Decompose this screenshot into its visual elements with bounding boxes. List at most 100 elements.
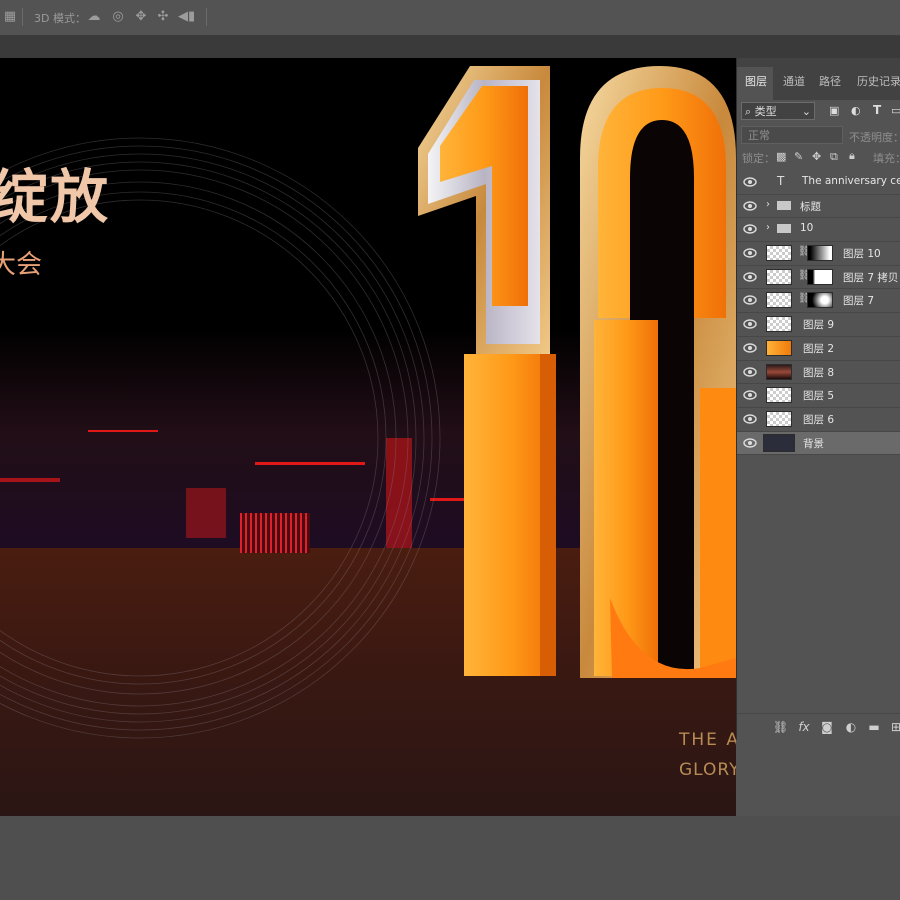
layers-panel: 图层 通道 路径 历史记录 ⌕ 类型 ⌄ ▣ ◐ T ▭ 正常 不透明度： 锁定…: [736, 58, 900, 740]
eye-icon[interactable]: [743, 200, 757, 212]
3d-rotate-icon[interactable]: ☁: [86, 10, 102, 24]
lock-row: 锁定： ▩ ✎ ✥ ⧉ 🔒︎ 填充：: [737, 146, 900, 168]
layer-row[interactable]: 图层 8: [737, 361, 900, 385]
fill-label: 填充：: [873, 152, 900, 165]
layer-row[interactable]: 背景: [737, 431, 900, 456]
lock-position-icon[interactable]: ✥: [812, 150, 821, 163]
mask-icon[interactable]: ◙: [820, 720, 834, 734]
fx-icon[interactable]: fx: [797, 720, 811, 734]
layer-thumbnail: [766, 316, 792, 333]
eye-icon[interactable]: [743, 366, 757, 378]
layer-name: 背景: [803, 437, 824, 450]
layer-mask-thumbnail[interactable]: [807, 245, 833, 262]
layer-row[interactable]: 图层 9: [737, 313, 900, 337]
eye-icon[interactable]: [743, 342, 757, 354]
layer-thumbnail: [763, 433, 795, 452]
layer-row[interactable]: › 标题: [737, 195, 900, 219]
layer-row[interactable]: › 10: [737, 218, 900, 243]
layer-row[interactable]: ⛓ 图层 10: [737, 242, 900, 266]
new-layer-icon[interactable]: ⊞: [889, 720, 900, 734]
layer-thumbnail: [766, 245, 792, 262]
lock-transparent-icon[interactable]: ▩: [776, 150, 786, 163]
lock-all-icon[interactable]: 🔒︎: [849, 149, 855, 163]
layer-thumbnail: [766, 363, 792, 380]
layer-mask-thumbnail[interactable]: [807, 268, 833, 285]
layer-name: 图层 6: [803, 413, 835, 426]
folder-icon[interactable]: ▬: [867, 720, 881, 734]
document-tab-strip: [0, 36, 900, 58]
blend-row: 正常 不透明度：: [737, 124, 900, 146]
layer-row[interactable]: 图层 6: [737, 408, 900, 432]
3d-slide-icon[interactable]: ✣: [155, 10, 171, 24]
layout-icon[interactable]: ▦: [2, 10, 18, 24]
layer-name: 标题: [800, 200, 821, 213]
3d-scale-icon[interactable]: ◀▮: [178, 10, 195, 24]
image-filter-icon[interactable]: ▣: [829, 104, 839, 117]
layer-thumbnail: [766, 339, 792, 356]
tab-layers[interactable]: 图层: [745, 73, 767, 89]
chevron-right-icon[interactable]: ›: [766, 199, 770, 210]
divider: [206, 8, 207, 26]
opacity-label: 不透明度：: [849, 131, 900, 144]
layer-mask-thumbnail[interactable]: [807, 292, 833, 309]
link-icon[interactable]: ⛓: [773, 720, 788, 734]
eye-icon[interactable]: [743, 247, 757, 259]
lock-label: 锁定：: [742, 152, 775, 165]
layer-row[interactable]: 图层 5: [737, 384, 900, 408]
text-layer-icon: T: [777, 174, 785, 188]
3d-roll-icon[interactable]: ◎: [110, 10, 126, 24]
divider: [22, 8, 23, 26]
eye-icon[interactable]: [743, 176, 757, 188]
layer-row[interactable]: T The anniversary celebr: [737, 171, 900, 195]
eye-icon[interactable]: [743, 223, 757, 235]
chevron-down-icon: ⌄: [801, 105, 811, 118]
filter-kind-value: 类型: [754, 105, 777, 118]
lock-artboard-icon[interactable]: ⧉: [830, 150, 838, 164]
document-canvas[interactable]: 绽放 大会 THE ANNIVERSARY CELEB GLORY BLOSSO…: [0, 58, 736, 816]
type-filter-icon[interactable]: T: [873, 103, 881, 117]
adjustment-filter-icon[interactable]: ◐: [851, 104, 861, 117]
layer-thumbnail: [766, 268, 792, 285]
layer-name: 图层 10: [843, 248, 881, 261]
tab-history[interactable]: 历史记录: [857, 73, 900, 89]
eye-icon[interactable]: [743, 413, 757, 425]
english-line-1: THE ANNIVERSARY CELEB: [679, 730, 736, 750]
layer-name: 图层 7 拷贝: [843, 271, 899, 284]
eye-icon[interactable]: [743, 389, 757, 401]
layer-row[interactable]: ⛓ 图层 7: [737, 289, 900, 314]
options-bar: ▦ 3D 模式： ☁ ◎ ✥ ✣ ◀▮: [0, 0, 900, 36]
3d-pan-icon[interactable]: ✥: [133, 10, 149, 24]
folder-icon: [777, 224, 791, 234]
big-number-10: [418, 66, 736, 678]
eye-icon[interactable]: [743, 437, 757, 449]
lock-paint-icon[interactable]: ✎: [794, 150, 803, 163]
layer-thumbnail: [766, 292, 792, 309]
layer-name: 图层 5: [803, 390, 835, 403]
layer-name: 图层 9: [803, 319, 835, 332]
digit-one-side: [540, 354, 556, 676]
digit-zero-left-extrusion: [594, 320, 658, 676]
layer-name: The anniversary celebr: [802, 175, 900, 187]
adjustment-icon[interactable]: ◐: [844, 720, 858, 734]
eye-icon[interactable]: [743, 318, 757, 330]
blend-mode-select[interactable]: 正常: [741, 126, 843, 144]
layer-name: 图层 8: [803, 366, 835, 379]
chevron-right-icon[interactable]: ›: [766, 222, 770, 233]
panel-footer: ⛓ fx ◙ ◐ ▬ ⊞: [737, 713, 900, 740]
panel-tabs: 图层 通道 路径 历史记录: [737, 58, 900, 100]
layer-list: T The anniversary celebr › 标题 › 10 ⛓ 图层 …: [737, 171, 900, 456]
filter-row: ⌕ 类型 ⌄ ▣ ◐ T ▭: [737, 100, 900, 124]
tab-paths[interactable]: 路径: [819, 73, 841, 89]
search-icon: ⌕: [745, 105, 752, 118]
3d-mode-label: 3D 模式：: [34, 12, 86, 25]
layer-row[interactable]: ⛓ 图层 7 拷贝: [737, 266, 900, 290]
layer-row[interactable]: 图层 2: [737, 337, 900, 361]
eye-icon[interactable]: [743, 294, 757, 306]
shape-filter-icon[interactable]: ▭: [891, 104, 900, 117]
layer-name: 图层 2: [803, 342, 835, 355]
layer-name: 图层 7: [843, 295, 875, 308]
eye-icon[interactable]: [743, 271, 757, 283]
digit-zero-right-extrusion: [700, 388, 736, 678]
tab-channels[interactable]: 通道: [783, 73, 805, 89]
filter-kind-select[interactable]: ⌕ 类型 ⌄: [741, 102, 815, 120]
